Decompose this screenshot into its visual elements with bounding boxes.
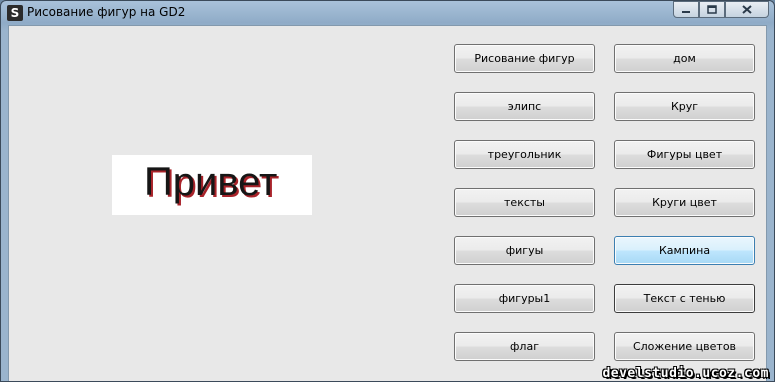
minimize-button[interactable] (673, 1, 699, 18)
shapes-button[interactable]: фигуы (454, 236, 595, 265)
minimize-icon (682, 10, 690, 13)
watermark: develstudio.ucoz.com (602, 366, 769, 381)
window-controls (673, 1, 769, 19)
flag-button[interactable]: флаг (454, 332, 595, 361)
title-bar[interactable]: S Рисование фигур на GD2 (1, 1, 774, 25)
window-title: Рисование фигур на GD2 (27, 5, 186, 19)
draw-shapes-button[interactable]: Рисование фигур (454, 44, 595, 73)
kampina-button[interactable]: Кампина (614, 236, 755, 265)
maximize-button[interactable] (699, 1, 725, 18)
greeting-image: Привет (112, 155, 312, 215)
close-icon (742, 5, 752, 14)
ellipse-button[interactable]: элипс (454, 92, 595, 121)
circles-color-button[interactable]: Круги цвет (614, 188, 755, 217)
shadow-text-button[interactable]: Текст с тенью (614, 284, 755, 313)
texts-button[interactable]: тексты (454, 188, 595, 217)
circle-button[interactable]: Круг (614, 92, 755, 121)
shapes1-button[interactable]: фигуры1 (454, 284, 595, 313)
color-blend-button[interactable]: Сложение цветов (614, 332, 755, 361)
maximize-icon (707, 5, 717, 14)
shapes-color-button[interactable]: Фигуры цвет (614, 140, 755, 169)
app-icon: S (7, 5, 23, 21)
close-button[interactable] (725, 1, 769, 18)
greeting-text: Привет (144, 160, 278, 204)
app-window: S Рисование фигур на GD2 Привет Рисовани… (0, 0, 775, 382)
house-button[interactable]: дом (614, 44, 755, 73)
client-area: Привет Рисование фигур элипс треугольник… (8, 25, 767, 381)
triangle-button[interactable]: треугольник (454, 140, 595, 169)
